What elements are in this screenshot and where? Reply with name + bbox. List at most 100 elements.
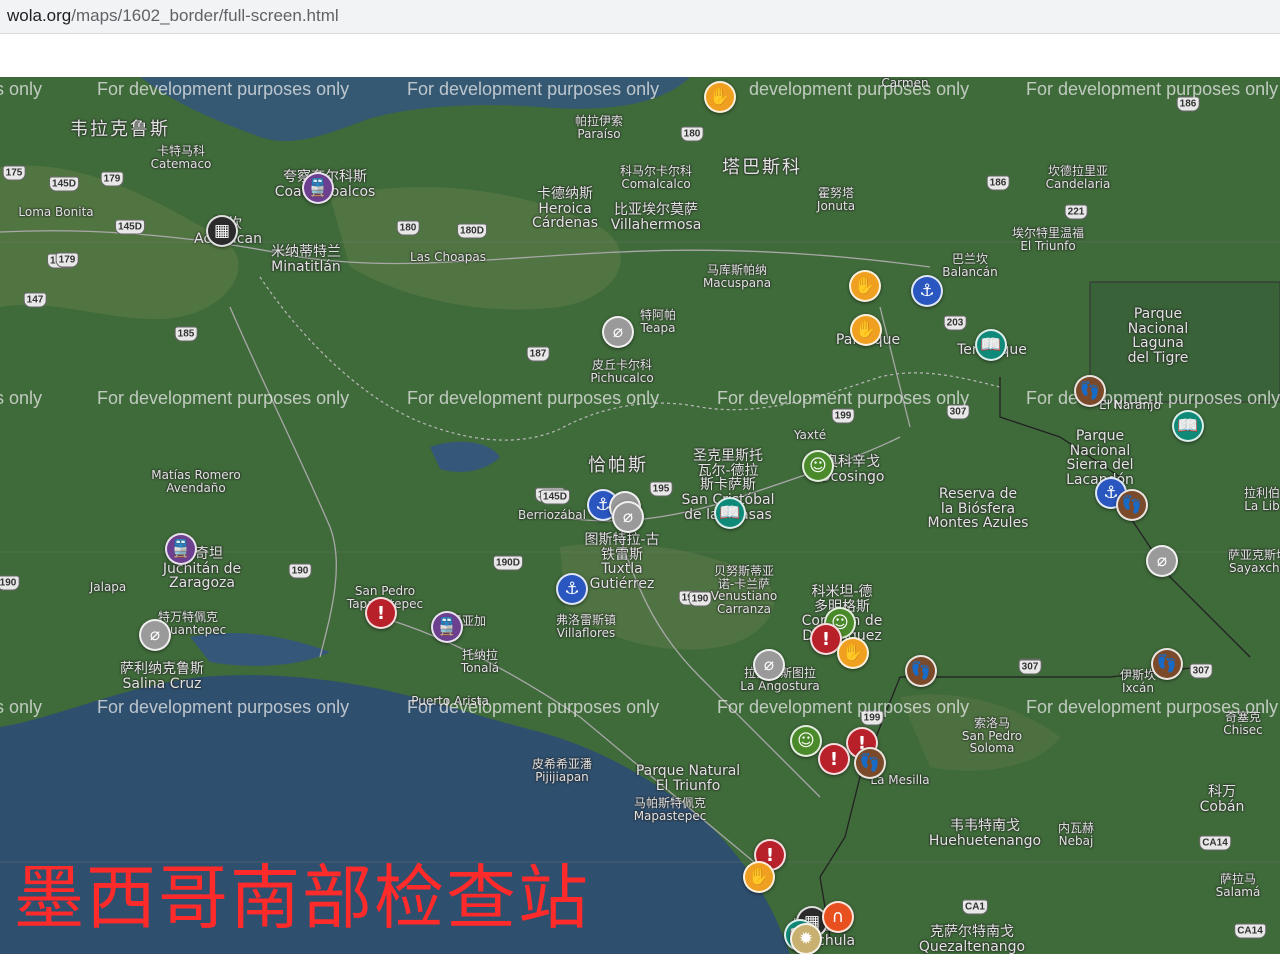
place-label: 巴兰坎 Balancán [942,252,998,279]
dev-watermark: s only [0,697,43,717]
checkpoint-marker-book[interactable]: 📖 [714,497,746,529]
compass-icon: ⌀ [622,507,634,527]
place-label: Parque Natural El Triunfo [635,763,741,794]
place-label: Reserva de la Biósfera Montes Azules [927,486,1029,532]
book-icon: 📖 [980,335,1002,355]
checkpoint-marker-star[interactable]: ✹ [790,923,822,954]
place-label: 皮希希亚潘 Pijijiapan [531,757,593,784]
place-label: 托纳拉 Tonalá [460,648,500,675]
checkpoint-marker-train[interactable]: 🚆 [165,533,197,565]
url-text[interactable]: wola.org/maps/1602_border/full-screen.ht… [7,6,339,26]
place-label: 米纳蒂特兰 Minatitlán [271,244,341,275]
checkpoint-marker-compass[interactable]: ⌀ [602,316,634,348]
highway-shield: 221 [1064,204,1088,220]
highway-shield: 179 [55,252,79,268]
place-label: 特阿帕 Teapa [639,308,677,335]
highway-shield: 145D [540,489,570,505]
place-label: 科马尔卡尔科 Comalcalco [619,164,693,191]
place-label: Parque Nacional Laguna del Tigre [1127,306,1189,367]
dev-watermark: For development purposes only [717,388,970,408]
checkpoint-marker-magnet[interactable]: ∩ [822,901,854,933]
place-label: 拉利伯 La Lib [1243,486,1280,513]
checkpoint-marker-warn[interactable]: ! [365,597,397,629]
place-label: Berriozábal [518,508,586,522]
place-label: 萨亚克斯切 Sayaxché [1227,548,1280,575]
highway-shield: 190D [493,555,523,571]
anchor-icon: ⚓ [919,281,935,301]
place-label: 内瓦赫 Nebaj [1057,821,1095,848]
place-label: 马库斯帕纳 Macuspana [702,263,772,290]
checkpoint-marker-compass[interactable]: ⌀ [139,619,171,651]
highway-shield: 203 [943,315,967,331]
checkpoint-marker-soldier[interactable]: ☺ [790,725,822,757]
dev-watermark: For development purposes only [717,697,970,717]
dev-watermark: development purposes only [749,79,970,99]
checkpoint-marker-hand[interactable]: ✋ [704,81,736,113]
place-label: 科万 Cobán [1199,784,1245,815]
checkpoint-marker-anchor[interactable]: ⚓ [911,275,943,307]
address-bar[interactable]: wola.org/maps/1602_border/full-screen.ht… [0,0,1280,34]
checkpoint-marker-feet[interactable]: 👣 [1116,489,1148,521]
checkpoint-marker-fence[interactable]: ▦ [206,215,238,247]
highway-shield: 185 [174,326,198,342]
checkpoint-marker-feet[interactable]: 👣 [854,747,886,779]
checkpoint-marker-compass[interactable]: ⌀ [753,649,785,681]
checkpoint-marker-warn[interactable]: ! [818,743,850,775]
checkpoint-marker-feet[interactable]: 👣 [905,655,937,687]
checkpoint-marker-train[interactable]: 🚆 [431,611,463,643]
highway-shield: 180 [396,220,420,236]
checkpoint-marker-hand[interactable]: ✋ [837,637,869,669]
checkpoint-marker-hand[interactable]: ✋ [849,270,881,302]
highway-shield: 145D [49,176,79,192]
hand-icon: ✋ [748,867,770,887]
place-label: 塔巴斯科 [722,157,802,178]
footprints-icon: 👣 [1079,381,1101,401]
checkpoint-marker-compass[interactable]: ⌀ [612,501,644,533]
place-label: 图斯特拉-古 铁雷斯 Tuxtla Gutiérrez [584,532,660,593]
compass-icon: ⌀ [149,625,161,645]
checkpoint-marker-hand[interactable]: ✋ [850,314,882,346]
map-canvas[interactable]: 175 145D 179 145D 145D 179 147 185 180 180D 180 186… [0,77,1280,954]
dev-watermark: For de [1026,388,1079,408]
place-label: 萨利纳克鲁斯 Salina Cruz [120,661,204,692]
checkpoint-marker-hand[interactable]: ✋ [743,861,775,893]
highway-shield: 145D [115,219,145,235]
place-label: 比亚埃尔莫萨 Villahermosa [610,202,702,233]
place-label: 韦韦特南戈 Huehuetenango [928,818,1042,849]
highway-shield: 187 [526,346,550,362]
place-label: 伊斯坎 Ixcán [1119,668,1157,695]
highway-shield: 180D [457,223,487,239]
page-header-space [0,34,1280,77]
overlay-caption: 墨西哥南部检查站 [14,857,590,939]
checkpoint-marker-book[interactable]: 📖 [1172,410,1204,442]
highway-shield: 186 [986,175,1010,191]
soldier-icon: ☺ [809,456,827,476]
book-icon: 📖 [1177,416,1199,436]
checkpoint-marker-compass[interactable]: ⌀ [1146,545,1178,577]
checkpoint-marker-feet[interactable]: 👣 [1074,375,1106,407]
compass-icon: ⌀ [612,322,624,342]
highway-shield: CA14 [1199,835,1231,851]
checkpoint-marker-soldier[interactable]: ☺ [802,450,834,482]
hand-icon: ✋ [709,87,731,107]
place-label: 皮丘卡尔科 Pichucalco [590,358,654,385]
hand-icon: ✋ [855,320,877,340]
place-label: Loma Bonita [18,205,94,219]
place-label: Jalapa [89,580,127,594]
warning-icon: ! [376,602,386,624]
highway-shield: 190 [288,563,312,579]
dev-watermark: opment purposes only [1103,388,1280,408]
star-icon: ✹ [798,929,814,949]
hand-icon: ✋ [854,276,876,296]
book-icon: 📖 [719,503,741,523]
checkpoint-marker-anchor[interactable]: ⚓ [556,573,588,605]
checkpoint-marker-train[interactable]: 🚆 [302,172,334,204]
place-label: 马帕斯特佩克 Mapastepec [633,796,707,823]
checkpoint-marker-feet[interactable]: 👣 [1151,648,1183,680]
place-label: 卡德纳斯 Heroica Cárdenas [531,186,599,232]
soldier-icon: ☺ [797,731,815,751]
checkpoint-marker-book[interactable]: 📖 [975,329,1007,361]
highway-shield: 147 [23,292,47,308]
place-label: 贝努斯蒂亚 诺-卡兰萨 Venustiano Carranza [710,564,778,616]
footprints-icon: 👣 [859,753,881,773]
